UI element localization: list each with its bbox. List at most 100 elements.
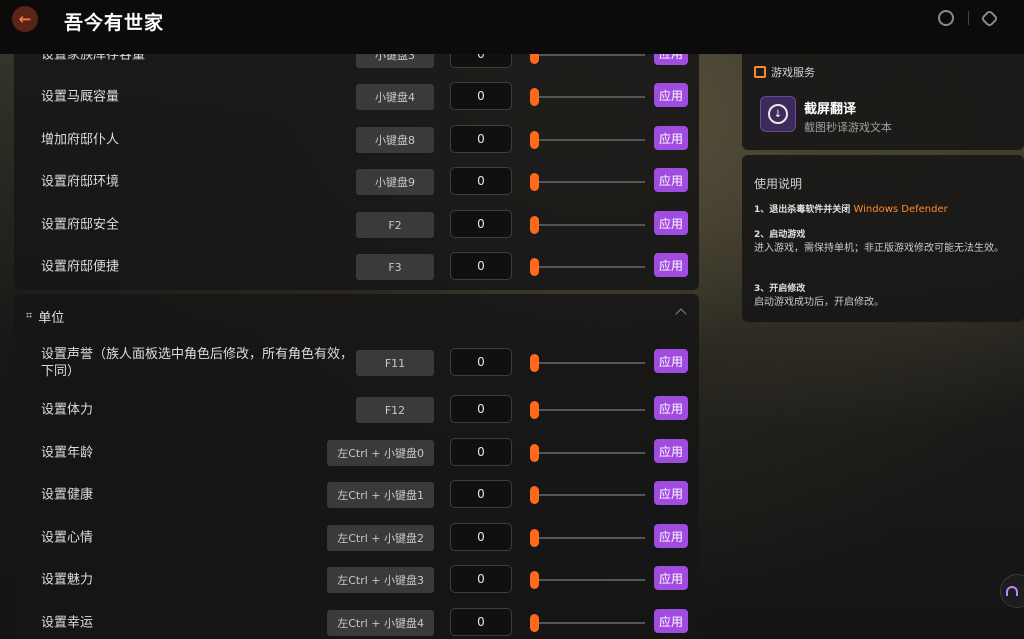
apply-button[interactable]: 应用 xyxy=(654,439,688,463)
hotkey-badge: F11 xyxy=(356,350,434,376)
row-label: 设置健康 xyxy=(41,487,94,503)
value-input[interactable] xyxy=(450,438,512,466)
apply-button[interactable]: 应用 xyxy=(654,83,688,107)
section-header-unit[interactable]: ⌗ 单位 xyxy=(14,294,699,338)
slider-thumb[interactable] xyxy=(530,401,539,419)
table-row: 设置健康 左Ctrl + 小键盘1 应用 xyxy=(14,478,699,512)
apply-button[interactable]: 应用 xyxy=(654,349,688,373)
section-title: 单位 xyxy=(38,310,65,326)
apply-button[interactable]: 应用 xyxy=(654,609,688,633)
value-input[interactable] xyxy=(450,125,512,153)
slider-thumb[interactable] xyxy=(530,354,539,372)
headset-icon xyxy=(1006,586,1018,596)
value-slider[interactable] xyxy=(530,173,645,191)
row-label: 设置府邸便捷 xyxy=(41,259,120,275)
table-row: 设置府邸环境 小键盘9 应用 xyxy=(14,165,699,199)
value-slider[interactable] xyxy=(530,46,645,64)
value-input[interactable] xyxy=(450,565,512,593)
service-name[interactable]: 截屏翻译 xyxy=(804,98,856,117)
value-slider[interactable] xyxy=(530,401,645,419)
value-input[interactable] xyxy=(450,82,512,110)
slider-thumb[interactable] xyxy=(530,131,539,149)
app-title: 吾今有世家 xyxy=(64,12,165,34)
apply-button[interactable]: 应用 xyxy=(654,211,688,235)
slider-thumb[interactable] xyxy=(530,258,539,276)
service-header: 游戏服务 xyxy=(754,64,815,80)
value-slider[interactable] xyxy=(530,131,645,149)
service-desc: 截图秒译游戏文本 xyxy=(804,121,892,134)
chevron-up-icon[interactable] xyxy=(675,308,687,320)
value-input[interactable] xyxy=(450,523,512,551)
apply-button[interactable]: 应用 xyxy=(654,168,688,192)
table-row: 设置府邸便捷 F3 应用 xyxy=(14,250,699,284)
value-input[interactable] xyxy=(450,480,512,508)
apply-button[interactable]: 应用 xyxy=(654,481,688,505)
user-icon[interactable] xyxy=(938,10,954,26)
row-label: 增加府邸仆人 xyxy=(41,132,120,148)
value-slider[interactable] xyxy=(530,571,645,589)
row-label: 设置心情 xyxy=(41,530,94,546)
apply-button[interactable]: 应用 xyxy=(654,396,688,420)
top-right-icons xyxy=(938,8,999,28)
value-input[interactable] xyxy=(450,210,512,238)
apply-button[interactable]: 应用 xyxy=(654,566,688,590)
hotkey-badge: 小键盘9 xyxy=(356,169,434,195)
game-service-card: 游戏服务 ↓ 截屏翻译 截图秒译游戏文本 xyxy=(742,54,1024,150)
options-panel-unit: ⌗ 单位 设置声誉（族人面板选中角色后修改，所有角色有效，下同） F11 应用 … xyxy=(14,294,699,639)
step-title: 3、开启修改 xyxy=(754,284,806,294)
unit-icon: ⌗ xyxy=(26,309,33,322)
hotkey-badge: 左Ctrl + 小键盘2 xyxy=(327,525,434,551)
hotkey-badge: F12 xyxy=(356,397,434,423)
screenshot-translate-icon[interactable]: ↓ xyxy=(760,96,796,132)
value-input[interactable] xyxy=(450,608,512,636)
apply-button[interactable]: 应用 xyxy=(654,524,688,548)
slider-thumb[interactable] xyxy=(530,571,539,589)
value-input[interactable] xyxy=(450,252,512,280)
value-input[interactable] xyxy=(450,348,512,376)
hotkey-badge: 左Ctrl + 小键盘4 xyxy=(327,610,434,636)
slider-thumb[interactable] xyxy=(530,173,539,191)
hotkey-badge: 左Ctrl + 小键盘1 xyxy=(327,482,434,508)
value-slider[interactable] xyxy=(530,614,645,632)
table-row: 设置幸运 左Ctrl + 小键盘4 应用 xyxy=(14,606,699,639)
back-button[interactable]: ← xyxy=(12,6,38,32)
usage-step-3: 3、开启修改 启动游戏成功后，开启修改。 xyxy=(754,283,1022,309)
value-input[interactable] xyxy=(450,167,512,195)
table-row: 设置声誉（族人面板选中角色后修改，所有角色有效，下同） F11 应用 xyxy=(14,346,699,380)
divider xyxy=(968,11,969,25)
table-row: 设置年龄 左Ctrl + 小键盘0 应用 xyxy=(14,436,699,470)
step-title: 1、退出杀毒软件并关闭 xyxy=(754,205,851,215)
cube-icon xyxy=(754,66,766,78)
row-label: 设置声誉（族人面板选中角色后修改，所有角色有效，下同） xyxy=(41,347,354,379)
slider-thumb[interactable] xyxy=(530,88,539,106)
value-slider[interactable] xyxy=(530,486,645,504)
value-slider[interactable] xyxy=(530,354,645,372)
apply-button[interactable]: 应用 xyxy=(654,253,688,277)
slider-thumb[interactable] xyxy=(530,444,539,462)
hotkey-badge: 左Ctrl + 小键盘0 xyxy=(327,440,434,466)
row-label: 设置魅力 xyxy=(41,572,94,588)
slider-thumb[interactable] xyxy=(530,614,539,632)
step-text: 启动游戏成功后，开启修改。 xyxy=(754,297,884,308)
value-slider[interactable] xyxy=(530,444,645,462)
value-slider[interactable] xyxy=(530,216,645,234)
hotkey-badge: 小键盘4 xyxy=(356,84,434,110)
usage-step-1: 1、退出杀毒软件并关闭 Windows Defender xyxy=(754,203,1022,217)
title-bar: ← 吾今有世家 xyxy=(0,0,1024,54)
usage-instructions-card: 使用说明 1、退出杀毒软件并关闭 Windows Defender 2、启动游戏… xyxy=(742,155,1024,322)
value-slider[interactable] xyxy=(530,529,645,547)
usage-title: 使用说明 xyxy=(754,177,803,191)
value-input[interactable] xyxy=(450,395,512,423)
value-slider[interactable] xyxy=(530,258,645,276)
apply-button[interactable]: 应用 xyxy=(654,126,688,150)
settings-icon[interactable] xyxy=(980,8,999,28)
table-row: 设置心情 左Ctrl + 小键盘2 应用 xyxy=(14,521,699,555)
slider-thumb[interactable] xyxy=(530,216,539,234)
value-slider[interactable] xyxy=(530,88,645,106)
slider-thumb[interactable] xyxy=(530,486,539,504)
slider-thumb[interactable] xyxy=(530,529,539,547)
row-label: 设置幸运 xyxy=(41,615,94,631)
usage-step-2: 2、启动游戏 进入游戏，需保持单机；非正版游戏修改可能无法生效。 xyxy=(754,229,1022,255)
row-label: 设置马厩容量 xyxy=(41,89,120,105)
step-highlight: Windows Defender xyxy=(853,204,948,215)
